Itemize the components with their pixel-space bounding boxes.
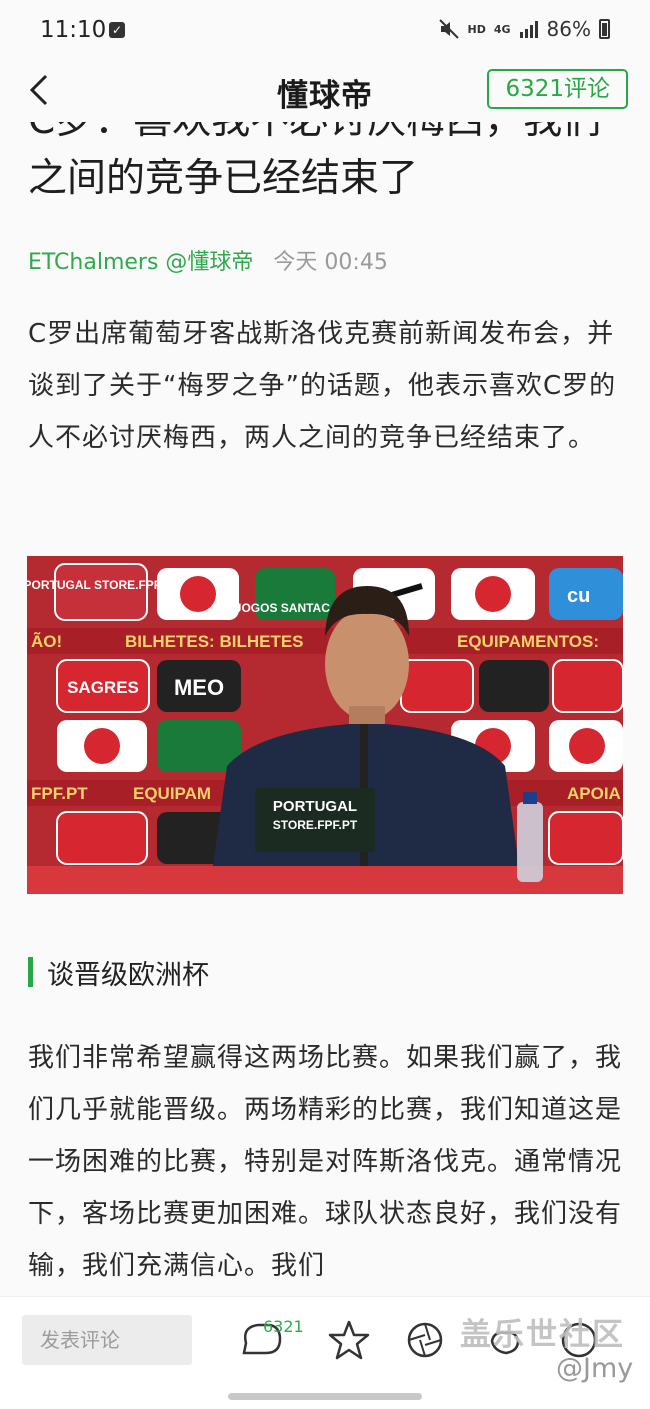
article-body: 我们非常希望赢得这两场比赛。如果我们赢了，我们几乎就能晋级。两场精彩的比赛，我们… [28, 1043, 623, 1281]
article-author[interactable]: ETChalmers @懂球帝 [28, 244, 253, 276]
article-meta: ETChalmers @懂球帝 今天 00:45 [28, 244, 388, 276]
photo-sagres-text: SAGRES [67, 678, 139, 697]
mute-icon [438, 19, 459, 39]
photo-ao-text: ÃO! [31, 631, 62, 651]
article-intro: C罗出席葡萄牙客战斯洛伐克赛前新闻发布会，并谈到了关于“梅罗之争”的话题，他表示… [28, 319, 617, 453]
app-header: 懂球帝 6321评论 [0, 60, 650, 122]
battery-icon [599, 19, 610, 39]
network-gen-label: 4G [493, 22, 511, 36]
watermark-user: @Jmy [556, 1353, 634, 1384]
section-heading: 谈晋级欧洲杯 [28, 952, 209, 992]
home-indicator[interactable] [228, 1393, 422, 1400]
article-content: C罗：喜欢我不必讨厌梅西，我们之间的竞争已经结束了 ETChalmers @懂球… [0, 122, 650, 1296]
notification-check-icon: ✓ [109, 22, 125, 38]
svg-text:STORE.FPF.PT: STORE.FPF.PT [273, 818, 358, 832]
section-accent-bar [28, 957, 33, 987]
hd-label: HD [467, 22, 486, 36]
photo-banner-text: BILHETES: BILHETES [125, 632, 304, 651]
photo-meo-text: MEO [174, 675, 224, 700]
comments-button[interactable]: 6321评论 [487, 69, 628, 109]
bottom-action-bar: 发表评论 6321 盖乐世社区 @Jmy [0, 1296, 650, 1409]
status-bar: 11:10 ✓ HD 4G 86% [0, 0, 650, 60]
article-title: C罗：喜欢我不必讨厌梅西，我们之间的竞争已经结束了 [28, 122, 601, 201]
photo-fpf-text: FPF.PT [31, 784, 88, 803]
star-icon[interactable] [324, 1315, 374, 1365]
article-time: 今天 00:45 [273, 250, 388, 275]
photo-cu-text: cu [567, 585, 590, 607]
signal-icon [519, 21, 538, 38]
status-time: 11:10 [40, 17, 107, 43]
photo-store-text: PORTUGAL STORE.FPF.PT [27, 578, 179, 592]
article-photo[interactable]: PORTUGAL STORE.FPF.PT JOGOS SANTACASA cu… [27, 556, 623, 894]
comment-count-badge: 6321 [263, 1317, 304, 1336]
battery-percent: 86% [546, 17, 591, 41]
photo-banner4-text: APOIA [567, 784, 621, 803]
status-icons: HD 4G 86% [438, 17, 610, 41]
photo-banner2-text: EQUIPAMENTOS: [457, 632, 599, 651]
share-camera-icon[interactable] [400, 1315, 450, 1365]
watermark-text: 盖乐世社区 [460, 1317, 625, 1353]
section-title: 谈晋级欧洲杯 [47, 959, 209, 991]
photo-banner3-text: EQUIPAM [133, 784, 211, 803]
comment-input[interactable]: 发表评论 [22, 1315, 192, 1365]
svg-text:PORTUGAL: PORTUGAL [273, 798, 357, 815]
press-conference-image: PORTUGAL STORE.FPF.PT JOGOS SANTACASA cu… [27, 556, 623, 894]
